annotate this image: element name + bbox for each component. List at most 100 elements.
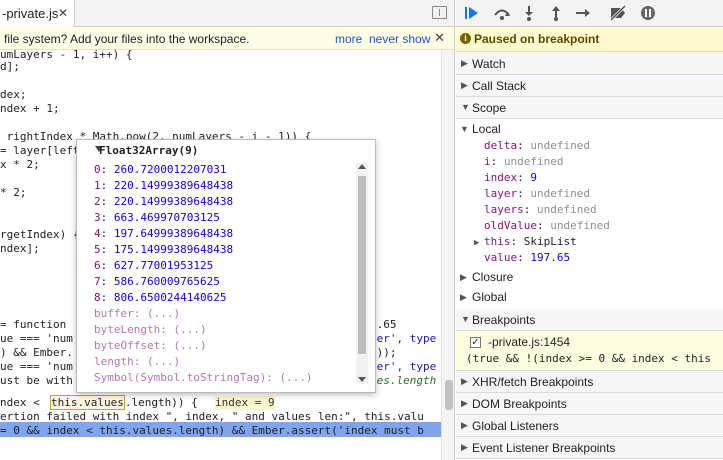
array-item[interactable]: 7: 586.760009765625 [94, 274, 220, 290]
deactivate-breakpoints-icon[interactable] [608, 4, 628, 22]
array-item[interactable]: 8: 806.6500244140625 [94, 290, 226, 306]
scope-global[interactable]: ▶ Global [460, 290, 507, 304]
scope-variable[interactable]: i: undefined [484, 154, 563, 170]
expanded-triangle-icon: ▼ [461, 102, 470, 112]
scope-variable[interactable]: ▶ this: SkipList [474, 234, 577, 250]
code-fragment: ues.length [370, 374, 437, 387]
paused-text: Paused on breakpoint [474, 32, 600, 46]
collapsed-triangle-icon: ▶ [461, 420, 468, 430]
array-item[interactable]: 0: 260.7200012207031 [94, 162, 226, 178]
section-call-stack[interactable]: ▶ Call Stack [456, 75, 723, 97]
section-xhr-breakpoints[interactable]: ▶ XHR/fetch Breakpoints [456, 371, 723, 393]
more-link[interactable]: more [335, 32, 362, 46]
section-event-listener-breakpoints[interactable]: ▶ Event Listener Breakpoints [456, 437, 723, 459]
resume-icon[interactable] [462, 4, 482, 22]
code-line: = 0 && index < this.values.length) && Em… [0, 424, 424, 437]
close-tab-icon[interactable]: ✕ [58, 6, 68, 20]
scrollbar-thumb[interactable] [445, 380, 453, 410]
popover-scrollbar-thumb[interactable] [358, 176, 366, 354]
breakpoint-item[interactable]: ✓ -private.js:1454 (true && !(index >= 0… [456, 331, 723, 371]
array-property[interactable]: Symbol(Symbol.toStringTag): (...) [94, 370, 313, 386]
scope-variable[interactable]: index: 9 [484, 170, 537, 186]
code-line: ndex < [0, 396, 47, 409]
code-line: ) && Ember. [0, 346, 73, 359]
close-infobar-icon[interactable]: ✕ [434, 30, 445, 46]
section-dom-breakpoints[interactable]: ▶ DOM Breakpoints [456, 393, 723, 415]
scope-variable[interactable]: layers: undefined [484, 202, 597, 218]
code-line: ndex + 1; [0, 102, 60, 115]
step-over-icon[interactable] [492, 4, 512, 22]
toggle-sidebar-icon[interactable] [432, 6, 447, 19]
code-line: ertion failed with index ", index, " and… [0, 410, 424, 423]
array-item[interactable]: 4: 197.64999389648438 [94, 226, 233, 242]
code-line: ndex]; [0, 242, 40, 255]
collapsed-triangle-icon: ▶ [460, 272, 467, 282]
scope-variable[interactable]: oldValue: undefined [484, 218, 610, 234]
expanded-triangle-icon: ▼ [460, 124, 469, 134]
code-line: d]; [0, 60, 20, 73]
inline-value: index = 9 [215, 396, 275, 410]
scope-closure[interactable]: ▶ Closure [460, 270, 513, 284]
array-item[interactable]: 6: 627.77001953125 [94, 258, 213, 274]
infobar-message: file system? Add your files into the wor… [4, 32, 250, 46]
collapsed-triangle-icon: ▶ [461, 398, 468, 408]
workspace-infobar: file system? Add your files into the wor… [0, 27, 454, 50]
scope-variable[interactable]: delta: undefined [484, 138, 590, 154]
code-line: * 2; [0, 186, 27, 199]
editor-scrollbar[interactable] [441, 50, 454, 460]
code-line: dex; [0, 88, 27, 101]
step-into-icon[interactable] [519, 4, 539, 22]
step-out-icon[interactable] [546, 4, 566, 22]
code-line: rgetIndex) { [0, 228, 80, 241]
array-property[interactable]: byteLength: (...) [94, 322, 207, 338]
info-icon: i [460, 33, 471, 44]
collapsed-triangle-icon: ▶ [461, 80, 468, 90]
file-tab-label: -private.js [2, 6, 59, 21]
code-line: ue === 'num [0, 332, 73, 345]
expanded-triangle-icon: ▼ [461, 314, 470, 324]
section-scope[interactable]: ▼ Scope [456, 97, 723, 119]
collapsed-triangle-icon[interactable]: ▶ [474, 235, 479, 251]
collapsed-triangle-icon: ▶ [461, 442, 468, 452]
popover-title: Float32Array(9) [99, 144, 199, 157]
editor-tab-bar: -private.js ✕ [0, 0, 454, 27]
code-line: = function [0, 318, 67, 331]
collapsed-triangle-icon: ▶ [461, 58, 468, 68]
never-show-link[interactable]: never show [369, 32, 430, 46]
array-item[interactable]: 5: 175.14999389648438 [94, 242, 233, 258]
object-popover: Float32Array(9) 0: 260.7200012207031 1: 2… [76, 139, 376, 393]
array-item[interactable]: 2: 220.14999389648438 [94, 194, 233, 210]
breakpoint-checkbox[interactable]: ✓ [470, 337, 481, 348]
file-tab[interactable]: -private.js ✕ [0, 0, 75, 27]
breakpoint-code: (true && !(index >= 0 && index < this [466, 352, 712, 365]
code-line: x * 2; [0, 158, 40, 171]
scope-local[interactable]: ▼ Local [460, 122, 501, 136]
step-icon[interactable] [573, 4, 593, 22]
breakpoint-location: -private.js:1454 [488, 335, 571, 349]
pause-on-exceptions-icon[interactable] [638, 4, 658, 22]
array-property[interactable]: buffer: (...) [94, 306, 180, 322]
scope-variable[interactable]: value: 197.65 [484, 250, 570, 266]
popover-scrollbar[interactable] [356, 162, 368, 384]
scroll-up-icon[interactable] [358, 164, 366, 169]
array-property[interactable]: length: (...) [94, 354, 180, 370]
scroll-down-icon[interactable] [358, 377, 366, 382]
debugger-sidebar: i Paused on breakpoint ▶ Watch ▶ Call Stac… [456, 0, 723, 460]
code-fragment: ber', type [370, 360, 437, 373]
paused-banner: i Paused on breakpoint [456, 27, 723, 52]
highlighted-expression[interactable]: this.values.length)) { [50, 395, 198, 410]
code-line: = layer[left [0, 144, 80, 157]
section-global-listeners[interactable]: ▶ Global Listeners [456, 415, 723, 437]
code-fragment: ber', type [370, 332, 437, 345]
code-line: ust be with [0, 374, 73, 387]
array-item[interactable]: 1: 220.14999389648438 [94, 178, 233, 194]
array-item[interactable]: 3: 663.469970703125 [94, 210, 220, 226]
debugger-toolbar [456, 0, 723, 27]
collapsed-triangle-icon: ▶ [461, 376, 468, 386]
section-watch[interactable]: ▶ Watch [456, 53, 723, 75]
code-line: ue === 'num [0, 360, 73, 373]
collapsed-triangle-icon: ▶ [460, 292, 467, 302]
section-breakpoints[interactable]: ▼ Breakpoints [456, 309, 723, 331]
array-property[interactable]: byteOffset: (...) [94, 338, 207, 354]
scope-variable[interactable]: layer: undefined [484, 186, 590, 202]
